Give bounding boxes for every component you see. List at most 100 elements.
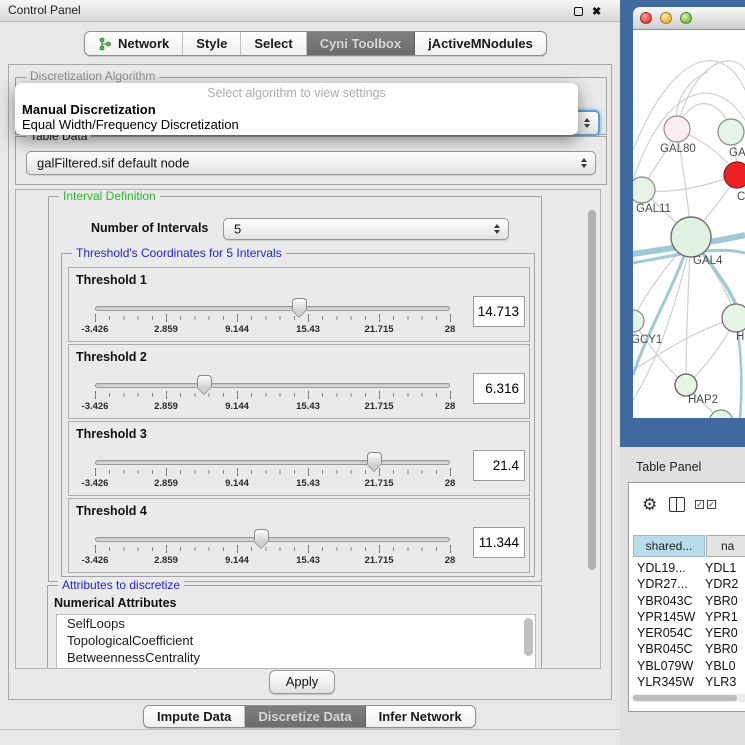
cell: YDL1 <box>701 561 736 575</box>
table-panel-title: Table Panel <box>636 460 701 474</box>
cyni-toolbox-content: Discretization Algorithm Select algorith… <box>8 64 612 700</box>
cell: YBR0 <box>701 642 738 656</box>
top-tab-bar: Network Style Select Cyni Toolbox jActiv… <box>84 31 547 56</box>
combo-arrows-icon <box>584 118 590 128</box>
table-panel-area: Table Panel ⚙ ✓ ✓ shared... na YDL19...Y… <box>620 447 745 745</box>
close-traffic-light[interactable] <box>640 12 652 24</box>
tab-network-label: Network <box>118 36 169 51</box>
slider-track[interactable] <box>95 383 450 388</box>
number-of-intervals-label: Number of Intervals <box>91 221 208 235</box>
tab-infer-network-label: Infer Network <box>379 709 462 724</box>
columns-icon[interactable] <box>669 497 685 512</box>
list-item[interactable]: BetweennessCentrality <box>57 649 535 666</box>
table-row[interactable]: YER054CYER0 <box>629 626 745 642</box>
settings-scrollbar[interactable] <box>587 192 597 666</box>
tick-label: 2.859 <box>154 324 178 335</box>
list-item[interactable]: TopologicalCoefficient <box>57 632 535 649</box>
combo-arrows-icon <box>581 158 587 168</box>
table-row[interactable]: YBL079WYBL0 <box>629 659 745 675</box>
algorithm-option-equal-width[interactable]: Equal Width/Frequency Discretization <box>22 117 239 132</box>
threshold-3-value-field[interactable]: 21.4 <box>473 450 525 481</box>
cell: YBR043C <box>629 594 701 608</box>
network-window-titlebar[interactable] <box>633 7 745 30</box>
checkbox-icon[interactable]: ✓ <box>695 500 704 509</box>
table-row[interactable]: YDR27...YDR2 <box>629 577 745 593</box>
table-row[interactable]: YLR345WYLR3 <box>629 675 745 691</box>
tab-network[interactable]: Network <box>85 32 183 55</box>
column-header-name[interactable]: na <box>706 535 745 557</box>
table-horizontal-scrollbar[interactable] <box>631 694 745 702</box>
slider-track[interactable] <box>95 537 450 542</box>
algorithm-placeholder-option[interactable]: Select algorithm to view settings <box>15 86 578 100</box>
node-top-right[interactable] <box>718 119 744 145</box>
table-data-combobox[interactable]: galFiltered.sif default node <box>26 151 596 175</box>
threshold-1-slider[interactable]: -3.426 2.859 9.144 15.43 21.715 28 <box>69 296 531 342</box>
node-red-selected[interactable] <box>724 162 745 188</box>
node-bottom-partial[interactable] <box>709 410 733 418</box>
apply-button[interactable]: Apply <box>269 670 335 694</box>
node-hap2[interactable] <box>675 374 697 396</box>
threshold-3-slider[interactable]: -3.426 2.859 9.144 15.43 21.715 28 <box>69 450 531 496</box>
tick-label: 2.859 <box>154 401 178 412</box>
checkbox-icon[interactable]: ✓ <box>707 500 716 509</box>
node-label-gal80: GAL80 <box>660 143 696 155</box>
slider-thumb[interactable] <box>197 375 212 387</box>
threshold-4-value-field[interactable]: 11.344 <box>473 527 525 558</box>
bottom-tab-bar: Impute Data Discretize Data Infer Networ… <box>143 705 476 728</box>
numerical-attributes-list[interactable]: SelfLoops TopologicalCoefficient Between… <box>56 614 536 669</box>
threshold-1-value-field[interactable]: 14.713 <box>473 296 525 327</box>
tick-label: -3.426 <box>82 324 109 335</box>
number-of-intervals-combobox[interactable]: 5 <box>223 218 509 240</box>
zoom-traffic-light[interactable] <box>680 12 692 24</box>
table-row[interactable]: YBR043CYBR0 <box>629 594 745 610</box>
tick-label: 21.715 <box>364 555 393 566</box>
table-row[interactable]: YBR045CYBR0 <box>629 642 745 658</box>
network-canvas[interactable]: GAL80 GA C GAL11 GAL4 GCY1 H HAP2 <box>633 30 745 418</box>
table-row[interactable]: YPR145WYPR1 <box>629 610 745 626</box>
tab-impute-data[interactable]: Impute Data <box>144 706 245 727</box>
minimize-traffic-light[interactable] <box>660 12 672 24</box>
slider-track[interactable] <box>95 460 450 465</box>
cell: YDR2 <box>701 577 738 591</box>
threshold-4-slider[interactable]: -3.426 2.859 9.144 15.43 21.715 28 <box>69 527 531 573</box>
node-gal11[interactable] <box>633 177 655 203</box>
tab-select[interactable]: Select <box>241 32 306 55</box>
column-header-shared-name[interactable]: shared... <box>633 535 705 557</box>
node-gal4[interactable] <box>671 217 711 257</box>
threshold-2-label: Threshold 2 <box>76 350 147 364</box>
table-data-group: Table Data galFiltered.sif default node <box>15 136 607 185</box>
list-item[interactable]: SelfLoops <box>57 615 535 632</box>
slider-thumb[interactable] <box>254 529 269 541</box>
tab-jactivemnodules[interactable]: jActiveMNodules <box>415 32 546 55</box>
threshold-3-label: Threshold 3 <box>76 427 147 441</box>
threshold-2-slider[interactable]: -3.426 2.859 9.144 15.43 21.715 28 <box>69 373 531 419</box>
tab-style[interactable]: Style <box>183 32 241 55</box>
tick-label: 9.144 <box>225 324 249 335</box>
screen: Control Panel ✖ Network Style Select Cyn… <box>0 0 745 745</box>
slider-minor-ticks <box>95 470 451 474</box>
node-gal80[interactable] <box>664 116 690 142</box>
scrollbar-thumb[interactable] <box>588 210 596 570</box>
table-row[interactable]: YDL19...YDL1 <box>629 561 745 577</box>
close-icon[interactable]: ✖ <box>592 5 601 18</box>
slider-thumb[interactable] <box>367 452 382 464</box>
tab-cyni-toolbox[interactable]: Cyni Toolbox <box>307 32 415 55</box>
combo-arrows-icon <box>494 224 500 234</box>
slider-track[interactable] <box>95 306 450 311</box>
threshold-2-value-field[interactable]: 6.316 <box>473 373 525 404</box>
gear-icon[interactable]: ⚙ <box>642 495 657 515</box>
algorithm-option-manual[interactable]: Manual Discretization <box>22 102 156 117</box>
node-gcy1[interactable] <box>633 310 644 332</box>
tick-label: 2.859 <box>154 555 178 566</box>
slider-thumb[interactable] <box>292 298 307 310</box>
node-h[interactable] <box>722 304 745 332</box>
scrollbar-thumb[interactable] <box>633 695 737 701</box>
slider-minor-ticks <box>95 547 451 551</box>
tab-infer-network[interactable]: Infer Network <box>366 706 475 727</box>
tab-discretize-data[interactable]: Discretize Data <box>245 706 365 727</box>
list-scrollbar[interactable] <box>524 618 533 656</box>
cell: YBL079W <box>629 659 701 673</box>
float-window-icon[interactable] <box>574 7 583 16</box>
network-icon <box>98 37 112 51</box>
tick-label: 9.144 <box>225 555 249 566</box>
